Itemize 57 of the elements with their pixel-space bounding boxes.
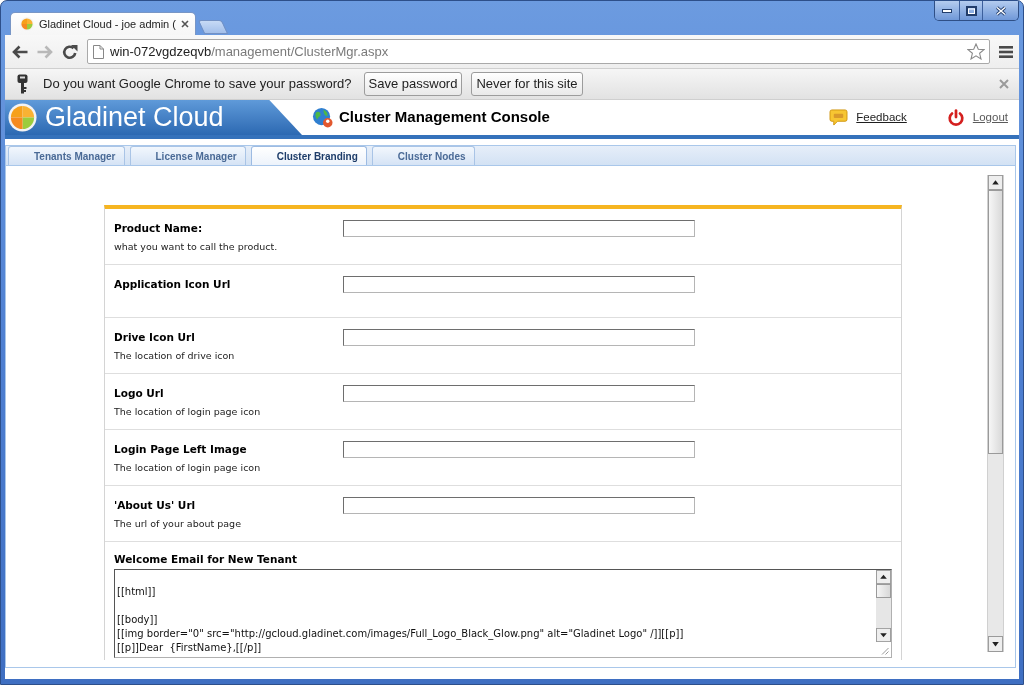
infobar-message: Do you want Google Chrome to save your password? (43, 75, 352, 94)
power-icon[interactable] (946, 108, 965, 127)
infobar-button[interactable]: Never for this site (471, 72, 583, 96)
vertical-scrollbar[interactable] (876, 570, 891, 642)
menu-icon[interactable] (999, 45, 1013, 58)
text-input[interactable] (343, 220, 695, 237)
close-button[interactable] (983, 1, 1018, 20)
field-label: Product Name: (114, 221, 204, 236)
close-icon[interactable] (180, 20, 189, 28)
email-body-field[interactable]: [[html]] [[body]] [[img border="0" src="http://gcloud.gladinet.com/images/Full_Logo_Black_Glow.png" alt="Gladinet Logo" /]][[p]] [[p]]Dear {FirstName},[[/p]] (114, 569, 892, 658)
console-title: Cluster Management Console (339, 107, 550, 128)
minimize-icon (942, 8, 952, 13)
logout-link[interactable]: Logout (972, 108, 1008, 127)
field-description: The location of login page icon (114, 405, 262, 419)
field-description: The location of drive icon (114, 349, 236, 363)
field-description: The location of login page icon (114, 461, 262, 475)
back-arrow-icon[interactable] (12, 44, 28, 59)
text-input[interactable] (343, 385, 695, 402)
scrollbar-thumb[interactable] (876, 584, 891, 598)
nav-tab[interactable]: Tenants Manager (8, 146, 125, 165)
nav-tab[interactable]: Cluster Branding (250, 146, 367, 165)
vertical-scrollbar[interactable] (987, 175, 1004, 652)
reload-icon[interactable] (62, 43, 78, 60)
address-bar[interactable]: win-072vgdzeqvb/management/ClusterMgr.aspx (87, 39, 990, 64)
field-label: Application Icon Url (114, 277, 232, 292)
resize-grip-icon[interactable] (881, 647, 889, 655)
field-description: The url of your about page (114, 517, 242, 531)
minimize-button[interactable] (935, 1, 960, 20)
circle-logo-icon (8, 103, 37, 132)
close-icon (994, 5, 1007, 16)
nav-tab[interactable]: License Manager (129, 146, 246, 165)
infobar-button[interactable]: Save password (363, 72, 463, 96)
field-description: what you want to call the product. (114, 240, 279, 254)
scroll-down-arrow-icon[interactable] (988, 636, 1003, 652)
maximize-button[interactable] (960, 1, 983, 20)
scroll-up-arrow-icon[interactable] (876, 570, 891, 584)
star-icon[interactable] (967, 43, 985, 60)
field-label: Logo Url (114, 386, 165, 401)
logo-text: Gladinet Cloud (45, 104, 224, 131)
text-input[interactable] (343, 276, 695, 293)
text-input[interactable] (343, 441, 695, 458)
page-icon (93, 44, 104, 59)
maximize-icon (965, 5, 977, 16)
nav-tab[interactable]: Cluster Nodes (371, 146, 475, 165)
field-label: 'About Us' Url (114, 498, 197, 513)
scrollbar-thumb[interactable] (988, 190, 1003, 454)
field-label: Drive Icon Url (114, 330, 196, 345)
field-label: Welcome Email for New Tenant (114, 552, 298, 567)
scroll-down-arrow-icon[interactable] (876, 628, 891, 642)
field-label: Login Page Left Image (114, 442, 248, 457)
browser-tab[interactable]: Gladinet Cloud - joe admin ( (10, 12, 196, 35)
feedback-link[interactable]: Feedback (856, 108, 907, 127)
globe-icon (312, 107, 333, 128)
text-input[interactable] (343, 329, 695, 346)
circle-logo-icon (20, 17, 34, 31)
text-input[interactable] (343, 497, 695, 514)
key-icon (17, 74, 28, 94)
